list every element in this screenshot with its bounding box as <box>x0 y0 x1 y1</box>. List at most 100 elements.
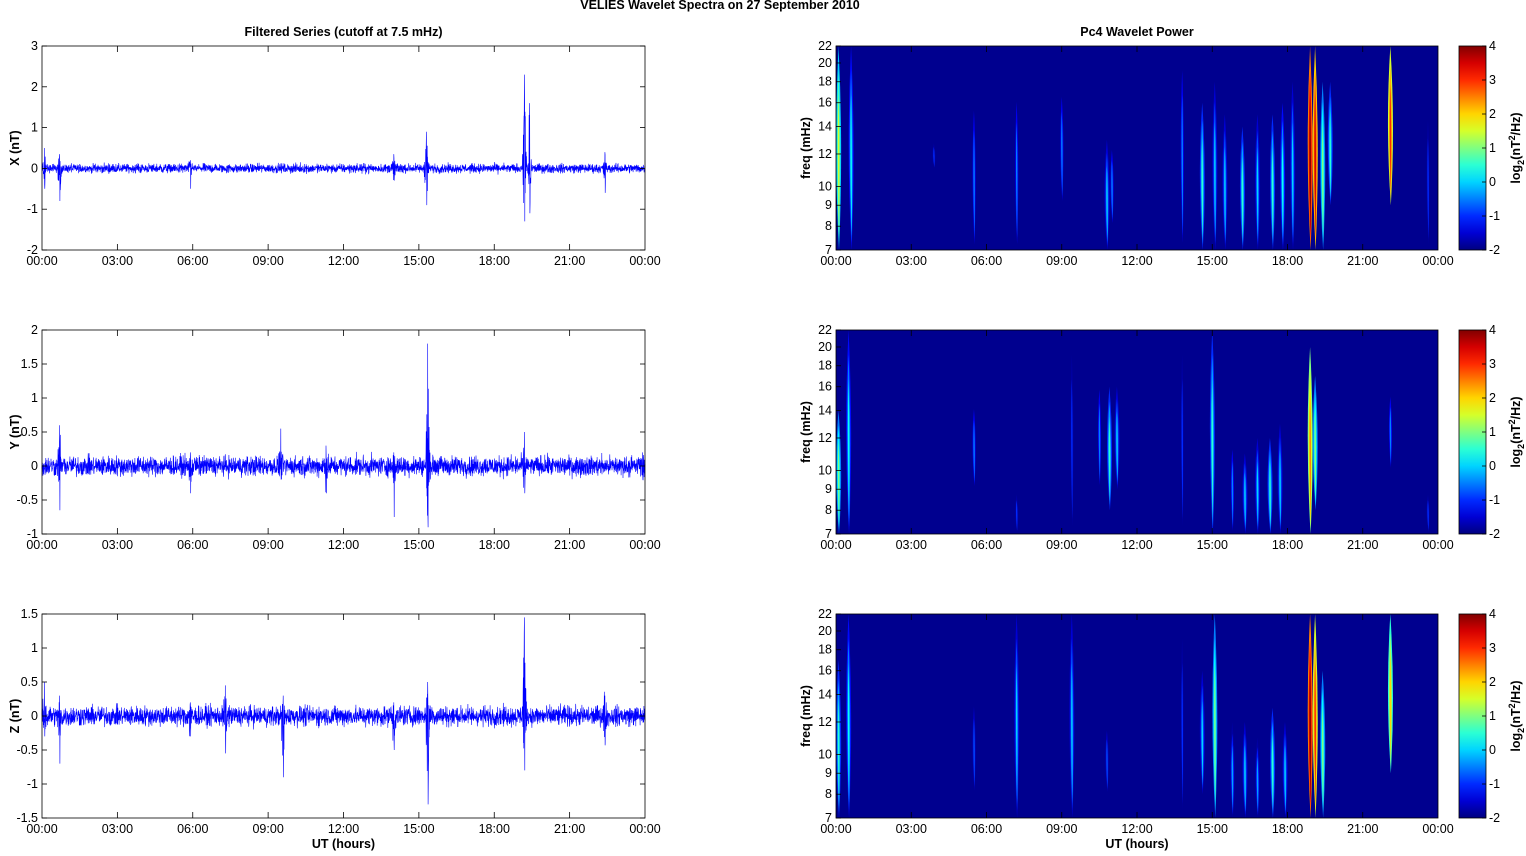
colorbar-tick-label: -1 <box>1489 493 1500 507</box>
y-tick-label: 9 <box>825 766 832 780</box>
y-tick-label: 0.5 <box>21 425 38 439</box>
wavelet-panel-y: 22201816141210987freq (mHz)00:00 03:00 06:… <box>799 323 1526 552</box>
x-tick-label: 18:00 <box>1272 538 1303 552</box>
colorbar-label-part: /Hz) <box>1509 112 1523 135</box>
colorbar-gradient <box>1458 329 1487 535</box>
y-tick-label: 16 <box>818 96 832 110</box>
x-tick-label: 00:00 <box>820 822 851 836</box>
y-tick-label: 20 <box>818 624 832 638</box>
x-tick-label: 15:00 <box>403 254 434 268</box>
y-tick-label: 10 <box>818 463 832 477</box>
y-tick-label: 22 <box>818 607 832 621</box>
x-tick-label: 18:00 <box>479 822 510 836</box>
time-series-panel-y: 21.510.50-0.5-1Y (nT)00:00 03:00 06:00 09:0… <box>8 323 661 552</box>
y-tick-label: 18 <box>818 643 832 657</box>
y-tick-label: -0.5 <box>16 743 38 757</box>
y-tick-label: 10 <box>818 747 832 761</box>
x-tick-label: 06:00 <box>971 254 1002 268</box>
x-tick-label: 06:00 <box>971 538 1002 552</box>
y-tick-label: 18 <box>818 75 832 89</box>
x-tick-label: 06:00 <box>177 254 208 268</box>
colorbar-tick-label: -1 <box>1489 777 1500 791</box>
y-axis-label: Y (nT) <box>8 414 22 449</box>
y-tick-label: 10 <box>818 179 832 193</box>
figure: VELIES Wavelet Spectra on 27 September 2… <box>8 0 1526 851</box>
x-tick-label: 21:00 <box>1347 822 1378 836</box>
y-tick-label: 12 <box>818 715 832 729</box>
y-tick-label: 2 <box>31 80 38 94</box>
x-tick-label: 09:00 <box>252 538 283 552</box>
colorbar-tick-label: -2 <box>1489 811 1500 825</box>
y-tick-label: 8 <box>825 219 832 233</box>
colorbar-label-part: log <box>1509 165 1523 184</box>
plot-area <box>42 46 645 250</box>
y-tick-label: 3 <box>31 39 38 53</box>
x-tick-label: 06:00 <box>177 538 208 552</box>
x-tick-label: 00:00 <box>26 254 57 268</box>
y-tick-label: 12 <box>818 431 832 445</box>
colorbar-tick-label: 0 <box>1489 459 1496 473</box>
panel-title: Filtered Series (cutoff at 7.5 mHz) <box>245 25 443 39</box>
y-axis-label: freq (mHz) <box>799 685 813 747</box>
x-tick-label: 15:00 <box>1197 822 1228 836</box>
time-series-panel-z: 1.510.50-0.5-1-1.5Z (nT)00:00 03:00 06:00 0… <box>8 607 661 851</box>
x-tick-label: 00:00 <box>26 538 57 552</box>
y-tick-label: 9 <box>825 482 832 496</box>
x-tick-label: 12:00 <box>328 538 359 552</box>
y-tick-label: 8 <box>825 503 832 517</box>
y-tick-label: 0 <box>31 161 38 175</box>
y-tick-label: -0.5 <box>16 493 38 507</box>
colorbar-tick-label: 2 <box>1489 391 1496 405</box>
x-tick-label: 09:00 <box>252 822 283 836</box>
y-tick-label: 16 <box>818 664 832 678</box>
x-tick-label: 03:00 <box>102 822 133 836</box>
x-tick-label: 00:00 <box>629 254 660 268</box>
x-tick-label: 00:00 <box>1422 254 1453 268</box>
y-tick-label: 0 <box>31 459 38 473</box>
x-tick-label: 03:00 <box>896 822 927 836</box>
x-tick-label: 03:00 <box>896 254 927 268</box>
spectrogram-background <box>836 614 1438 818</box>
y-tick-label: 12 <box>818 147 832 161</box>
colorbar-label: log2(nT2/Hz) <box>1507 396 1526 467</box>
wavelet-panel-z: 22201816141210987freq (mHz)00:00 03:00 06:… <box>799 607 1526 851</box>
y-tick-label: 1.5 <box>21 607 38 621</box>
figure-title: VELIES Wavelet Spectra on 27 September 2… <box>580 0 860 12</box>
x-tick-label: 00:00 <box>1422 822 1453 836</box>
x-tick-label: 09:00 <box>1046 254 1077 268</box>
colorbar-label: log2(nT2/Hz) <box>1507 680 1526 751</box>
spectrogram-background <box>836 330 1438 534</box>
y-tick-label: 8 <box>825 787 832 801</box>
x-tick-label: 00:00 <box>629 538 660 552</box>
y-tick-label: 0.5 <box>21 675 38 689</box>
colorbar-tick-label: 1 <box>1489 709 1496 723</box>
x-tick-label: 03:00 <box>896 538 927 552</box>
colorbar-gradient <box>1458 45 1487 251</box>
colorbar-tick-label: 4 <box>1489 39 1496 53</box>
x-tick-label: 21:00 <box>554 254 585 268</box>
colorbar-label-part: log <box>1509 733 1523 752</box>
colorbar-tick-label: 3 <box>1489 73 1496 87</box>
colorbar-tick-label: 4 <box>1489 323 1496 337</box>
x-tick-label: 00:00 <box>820 538 851 552</box>
y-tick-label: 18 <box>818 359 832 373</box>
wavelet-panel-x: 22201816141210987freq (mHz)00:00 03:00 06:… <box>799 25 1526 268</box>
y-tick-label: 20 <box>818 340 832 354</box>
x-tick-label: 03:00 <box>102 538 133 552</box>
y-axis-label: X (nT) <box>8 130 22 165</box>
x-tick-label: 12:00 <box>328 254 359 268</box>
x-tick-label: 21:00 <box>1347 254 1378 268</box>
y-tick-label: 1 <box>31 641 38 655</box>
x-tick-label: 09:00 <box>1046 538 1077 552</box>
panel-title: Pc4 Wavelet Power <box>1080 25 1194 39</box>
y-tick-label: 14 <box>818 120 832 134</box>
colorbar-tick-label: 0 <box>1489 175 1496 189</box>
x-tick-label: 00:00 <box>1422 538 1453 552</box>
y-tick-label: 16 <box>818 380 832 394</box>
x-tick-label: 09:00 <box>1046 822 1077 836</box>
colorbar-label-part: (nT <box>1509 140 1523 160</box>
y-tick-label: 0 <box>31 709 38 723</box>
x-tick-label: 06:00 <box>971 822 1002 836</box>
x-tick-label: 21:00 <box>1347 538 1378 552</box>
y-tick-label: 14 <box>818 688 832 702</box>
